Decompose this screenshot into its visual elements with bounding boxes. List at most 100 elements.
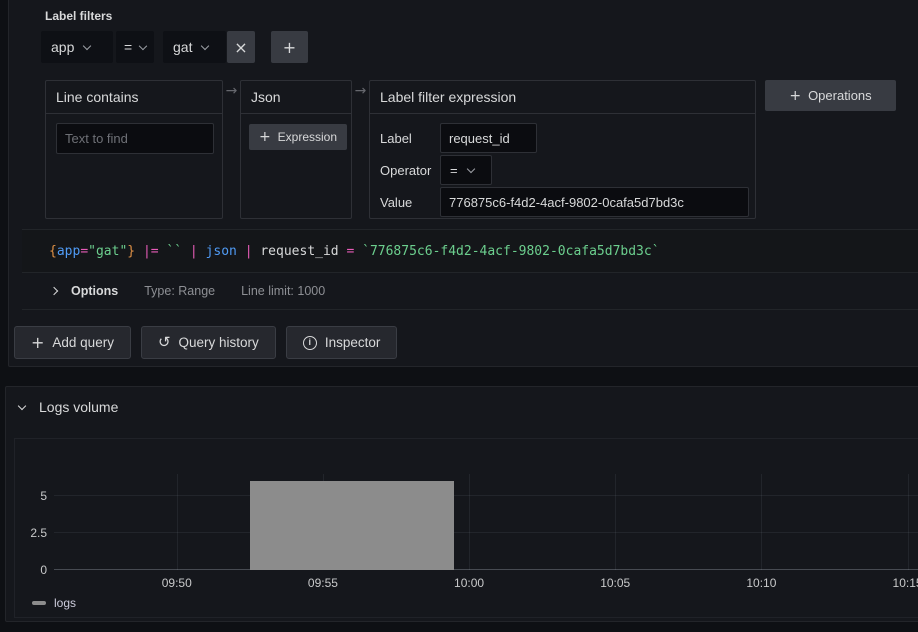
x-tick-label: 09:55 [308,576,338,590]
box-title-text: Line contains [56,89,139,105]
query-token: } [127,244,135,259]
query-token [135,244,143,259]
y-tick-label: 5 [15,489,47,503]
filter-label-value: app [51,39,74,55]
filter-operator-select[interactable]: = [116,31,154,63]
arrow-right-icon: → [223,83,240,99]
operations-button-label: Operations [808,88,872,103]
chevron-down-icon [201,41,209,49]
lfe-label-row: Label [380,123,537,153]
box-title-text: Json [251,89,281,105]
h-gridline [54,495,918,496]
x-tick-label: 10:05 [600,576,630,590]
chevron-down-icon [139,41,147,49]
chevron-down-icon [466,164,474,172]
x-tick-label: 10:10 [746,576,776,590]
query-token: | [245,244,253,259]
query-editor-panel: Label filters app = gat × + Line contain… [8,0,918,367]
chevron-down-icon [83,41,91,49]
options-type: Type: Range [144,284,215,298]
label-filter-expression-title: Label filter expression [370,81,755,114]
logs-volume-chart: 02.55 09:5009:5510:0010:0510:1010:15 log… [14,438,918,618]
add-expression-button[interactable]: + Expression [249,124,347,150]
label-filter-row: app = gat × + [41,31,308,63]
box-title-text: Label filter expression [380,89,516,105]
arrow-right-icon: → [352,83,369,99]
logs-volume-title: Logs volume [39,399,118,415]
lfe-operator-value: = [450,163,458,178]
x-tick-label: 10:00 [454,576,484,590]
options-label: Options [71,284,118,298]
y-tick-label: 2.5 [15,526,47,540]
query-token: `` [166,244,182,259]
line-contains-input[interactable] [56,123,214,154]
plus-icon: + [259,130,271,144]
x-tick-label: 10:15 [893,576,918,590]
query-token: app [57,244,80,259]
history-icon: ↺ [158,335,171,350]
legend-swatch [32,601,46,605]
remove-filter-button[interactable]: × [227,31,255,63]
filter-label-select[interactable]: app [41,31,113,63]
plot-area[interactable] [54,474,918,570]
chevron-down-icon [18,401,26,409]
logs-volume-panel: Logs volume 02.55 09:5009:5510:0010:0510… [5,386,918,622]
json-title: Json [241,81,351,114]
filter-operator-value: = [124,39,132,55]
h-gridline [54,532,918,533]
logs-volume-header[interactable]: Logs volume [19,399,118,415]
y-tick-label: 0 [15,563,47,577]
query-history-label: Query history [179,335,259,350]
v-gridline [469,474,470,570]
filter-value-select[interactable]: gat [163,31,226,63]
v-gridline [615,474,616,570]
plus-icon: + [31,335,44,351]
label-filter-expression-box: Label filter expression Label Operator =… [369,80,756,219]
lfe-value-row: Value [380,187,749,217]
query-token [354,244,362,259]
query-preview-row[interactable]: {app="gat"} |= `` | json | request_id = … [22,229,918,273]
v-gridline [177,474,178,570]
y-axis: 02.55 [15,474,47,570]
label-filters-label: Label filters [45,9,112,23]
v-gridline [761,474,762,570]
x-axis: 09:50 09:55 10:00 10:05 10:10 10:15 [54,576,918,591]
query-token: | [190,244,198,259]
query-token [182,244,190,259]
query-history-button[interactable]: ↺ Query history [141,326,276,359]
inspector-button[interactable]: i Inspector [286,326,398,359]
query-token [237,244,245,259]
query-token: request_id [260,244,338,259]
close-icon: × [234,38,247,57]
query-token [198,244,206,259]
lfe-label-field-label: Label [380,131,440,146]
lfe-value-field-label: Value [380,195,440,210]
query-toolbar: + Add query ↺ Query history i Inspector [14,326,397,359]
lfe-operator-field-label: Operator [380,163,440,178]
add-query-button[interactable]: + Add query [14,326,131,359]
lfe-operator-row: Operator = [380,155,492,185]
json-box: Json + Expression [240,80,352,219]
add-filter-button[interactable]: + [271,31,308,63]
options-row[interactable]: Options Type: Range Line limit: 1000 [22,273,918,310]
chart-legend[interactable]: logs [32,596,76,610]
query-preview-code: {app="gat"} |= `` | json | request_id = … [49,244,660,259]
lfe-label-input[interactable] [440,123,537,153]
legend-label: logs [54,596,76,610]
inspector-label: Inspector [325,335,381,350]
h-gridline [54,569,918,570]
filter-value-value: gat [173,39,192,55]
query-token: |= [143,244,159,259]
lfe-operator-select[interactable]: = [440,155,492,185]
query-token: = [80,244,88,259]
plus-icon: + [789,89,801,103]
v-gridline [908,474,909,570]
logs-volume-bar[interactable] [250,481,455,570]
chevron-right-icon [50,287,58,295]
info-icon: i [303,336,317,350]
expression-button-label: Expression [278,130,337,144]
options-line-limit: Line limit: 1000 [241,284,325,298]
lfe-value-input[interactable] [440,187,749,217]
add-operations-button[interactable]: + Operations [765,80,896,111]
x-tick-label: 09:50 [162,576,192,590]
